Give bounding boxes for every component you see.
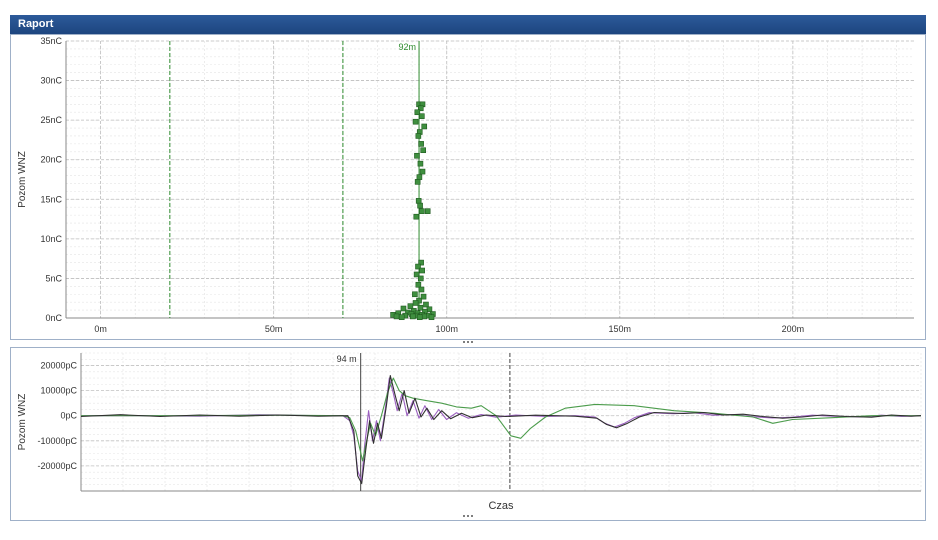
cursor-label: 92m xyxy=(399,42,417,52)
data-point xyxy=(410,313,416,320)
y-tick-label: 15nC xyxy=(40,194,62,204)
data-point xyxy=(423,301,429,308)
y-tick-label: 35nC xyxy=(40,36,62,46)
panel-splitter-handle-bottom[interactable] xyxy=(462,514,476,518)
y-tick-label: 20nC xyxy=(40,155,62,165)
data-point xyxy=(418,286,425,293)
data-point xyxy=(412,300,419,306)
data-point xyxy=(418,141,424,147)
y-tick-label: 10nC xyxy=(40,234,62,244)
data-point xyxy=(413,213,420,220)
panel-splitter-handle[interactable] xyxy=(462,340,476,344)
y-tick-label: -10000pC xyxy=(37,436,77,446)
chart-panel-waveform: 20000pC 10000pC 0pC -10000pC -20000pC Pozom W… xyxy=(10,347,926,521)
x-tick-label: 50m xyxy=(265,324,283,334)
y-tick-label: 10000pC xyxy=(40,386,77,396)
data-point xyxy=(420,147,426,154)
x-tick-label: 150m xyxy=(609,324,632,334)
x-tick-label: 200m xyxy=(782,324,805,334)
data-point xyxy=(428,314,435,321)
data-point xyxy=(398,314,405,321)
data-point xyxy=(412,118,419,125)
y-tick-label: -20000pC xyxy=(37,461,77,471)
data-point xyxy=(412,291,418,298)
x-axis-label: Czas xyxy=(488,500,514,512)
data-point xyxy=(415,133,422,139)
y-axis-label: Pozom WNZ xyxy=(17,151,28,208)
data-point xyxy=(417,160,424,167)
data-point xyxy=(424,208,431,214)
data-point xyxy=(415,198,422,204)
data-point xyxy=(415,281,422,288)
waveform-line-chart[interactable]: 20000pC 10000pC 0pC -10000pC -20000pC Pozom W… xyxy=(11,348,925,520)
y-tick-label: 0nC xyxy=(45,313,62,323)
x-tick-label: 100m xyxy=(435,324,458,334)
x-tick-label: 0m xyxy=(94,324,107,334)
data-point xyxy=(407,303,414,309)
data-point xyxy=(414,179,421,185)
y-axis-label: Pozom WNZ xyxy=(17,394,28,451)
y-tick-label: 0pC xyxy=(60,411,77,421)
data-point xyxy=(419,168,426,175)
y-tick-label: 30nC xyxy=(40,76,62,86)
y-tick-label: 20000pC xyxy=(40,361,77,371)
cursor-label: 94 m xyxy=(337,354,357,364)
data-point xyxy=(416,314,423,321)
y-tick-label: 25nC xyxy=(40,115,62,125)
data-point xyxy=(419,113,425,119)
distance-scatter-chart[interactable]: 0nC 5nC 10nC 15nC 20nC 25nC 30nC 35nC 0m 50m 100m 1… xyxy=(11,35,925,339)
data-point xyxy=(416,174,423,180)
data-point xyxy=(414,152,420,159)
y-tick-label: 5nC xyxy=(45,273,62,283)
data-point xyxy=(417,275,424,282)
data-point xyxy=(421,123,428,130)
window-title: Raport xyxy=(10,15,926,34)
chart-panel-distance: 0nC 5nC 10nC 15nC 20nC 25nC 30nC 35nC 0m 50m 100m 1… xyxy=(10,34,926,340)
data-point xyxy=(393,313,400,320)
data-point xyxy=(419,208,425,214)
data-point xyxy=(419,267,425,274)
report-window: Raport 0nC 5nC 10nC 15nC 20nC 25nC 30nC 35nC 0m 5… xyxy=(0,0,938,540)
data-point xyxy=(417,202,423,209)
